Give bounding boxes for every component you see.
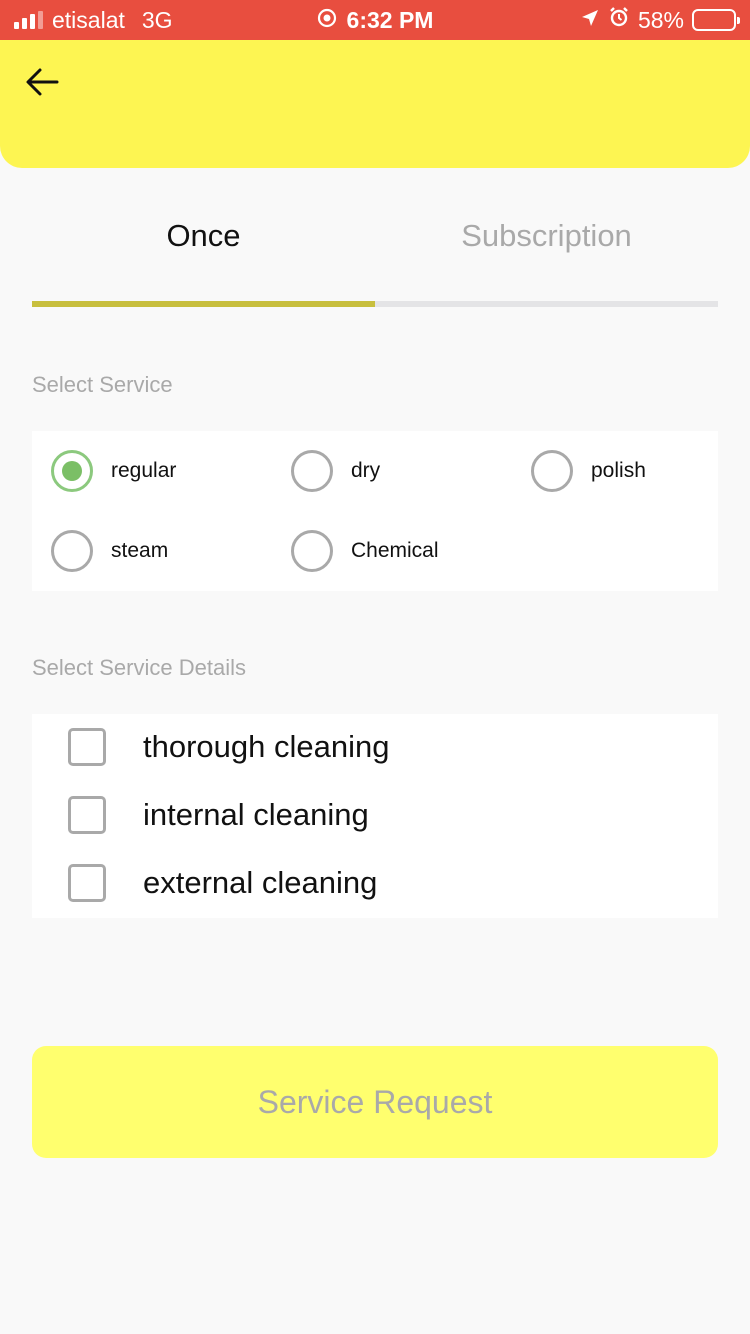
checkbox-label: thorough cleaning <box>143 729 390 764</box>
checkbox-label: external cleaning <box>143 865 378 900</box>
radio-polish[interactable]: polish <box>531 450 646 492</box>
select-service-details-label: Select Service Details <box>32 655 246 680</box>
battery-icon <box>692 9 740 31</box>
select-service-label: Select Service <box>32 372 173 397</box>
radio-button[interactable] <box>291 530 333 572</box>
tab-bar: Once Subscription <box>32 196 718 308</box>
radio-button-selected[interactable] <box>51 450 93 492</box>
record-icon <box>317 7 337 34</box>
checkbox[interactable] <box>68 728 106 766</box>
checkbox-external-cleaning[interactable]: external cleaning <box>68 864 377 902</box>
arrow-left-icon <box>26 68 59 96</box>
service-request-button[interactable]: Service Request <box>32 1046 718 1158</box>
checkbox[interactable] <box>68 796 106 834</box>
radio-chemical[interactable]: Chemical <box>291 530 439 572</box>
back-button[interactable] <box>18 58 66 106</box>
radio-label: Chemical <box>351 539 439 562</box>
radio-label: dry <box>351 459 381 482</box>
radio-regular[interactable]: regular <box>51 450 176 492</box>
radio-button[interactable] <box>291 450 333 492</box>
tab-subscription[interactable]: Subscription <box>375 196 718 276</box>
radio-dry[interactable]: dry <box>291 450 380 492</box>
radio-button[interactable] <box>51 530 93 572</box>
status-time: 6:32 PM <box>346 6 434 33</box>
radio-button[interactable] <box>531 450 573 492</box>
battery-percent: 58% <box>637 6 684 33</box>
status-right: 58% <box>580 0 740 40</box>
radio-label: polish <box>591 459 646 482</box>
radio-steam[interactable]: steam <box>51 530 168 572</box>
app-header <box>0 40 750 168</box>
tab-once[interactable]: Once <box>32 196 375 276</box>
alarm-icon <box>608 6 630 34</box>
radio-label: regular <box>111 459 177 482</box>
location-icon <box>580 7 600 34</box>
service-details-card: thorough cleaning internal cleaning exte… <box>32 714 718 918</box>
checkbox-label: internal cleaning <box>143 797 369 832</box>
radio-label: steam <box>111 539 169 562</box>
service-options-card: regular dry polish steam Chemical <box>32 431 718 591</box>
checkbox[interactable] <box>68 864 106 902</box>
tab-indicator <box>32 301 375 307</box>
status-bar: etisalat 3G 6:32 PM 58% <box>0 0 750 40</box>
checkbox-thorough-cleaning[interactable]: thorough cleaning <box>68 728 389 766</box>
checkbox-internal-cleaning[interactable]: internal cleaning <box>68 796 369 834</box>
